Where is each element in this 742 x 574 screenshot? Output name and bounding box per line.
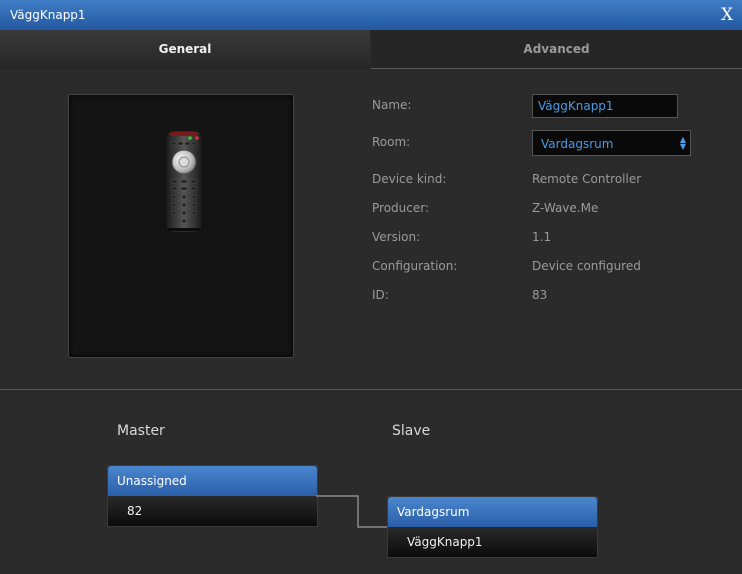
id-label: ID: <box>372 288 389 302</box>
slave-heading: Slave <box>392 423 431 439</box>
master-heading: Master <box>117 423 165 439</box>
slave-group: Vardagsrum VäggKnapp1 <box>387 496 598 558</box>
section-divider <box>0 389 742 390</box>
slave-group-item[interactable]: VäggKnapp1 <box>388 527 597 557</box>
window-title: VäggKnapp1 <box>10 8 86 22</box>
id-value: 83 <box>532 288 548 302</box>
name-label: Name: <box>372 98 412 112</box>
version-label: Version: <box>372 230 421 244</box>
producer-value: Z-Wave.Me <box>532 201 599 215</box>
tab-advanced[interactable]: Advanced <box>371 30 742 69</box>
room-label: Room: <box>372 135 411 149</box>
tab-general[interactable]: General <box>0 30 370 69</box>
master-group: Unassigned 82 <box>107 465 318 527</box>
association-connector <box>316 495 390 528</box>
tab-bar: General Advanced <box>0 30 742 69</box>
device-kind-value: Remote Controller <box>532 172 642 186</box>
name-input[interactable] <box>532 94 678 118</box>
device-info-panel: Name: Room: Vardagsrum ▲▼ Device kind: R… <box>0 69 742 389</box>
configuration-label: Configuration: <box>372 259 458 273</box>
select-arrows-icon: ▲ ▼ <box>679 135 686 151</box>
window-titlebar: VäggKnapp1 X <box>0 0 742 30</box>
version-value: 1.1 <box>532 230 552 244</box>
master-group-item[interactable]: 82 <box>108 496 317 526</box>
remote-controller-icon <box>165 130 203 233</box>
room-select-value: Vardagsrum <box>541 137 614 151</box>
close-icon[interactable]: X <box>717 4 737 26</box>
slave-group-header[interactable]: Vardagsrum <box>388 497 597 527</box>
master-group-header[interactable]: Unassigned <box>108 466 317 496</box>
room-select[interactable]: Vardagsrum ▲ ▼ <box>532 130 691 156</box>
producer-label: Producer: <box>372 201 430 215</box>
device-kind-label: Device kind: <box>372 172 447 186</box>
configuration-value: Device configured <box>532 259 641 273</box>
device-image-frame <box>68 94 294 358</box>
